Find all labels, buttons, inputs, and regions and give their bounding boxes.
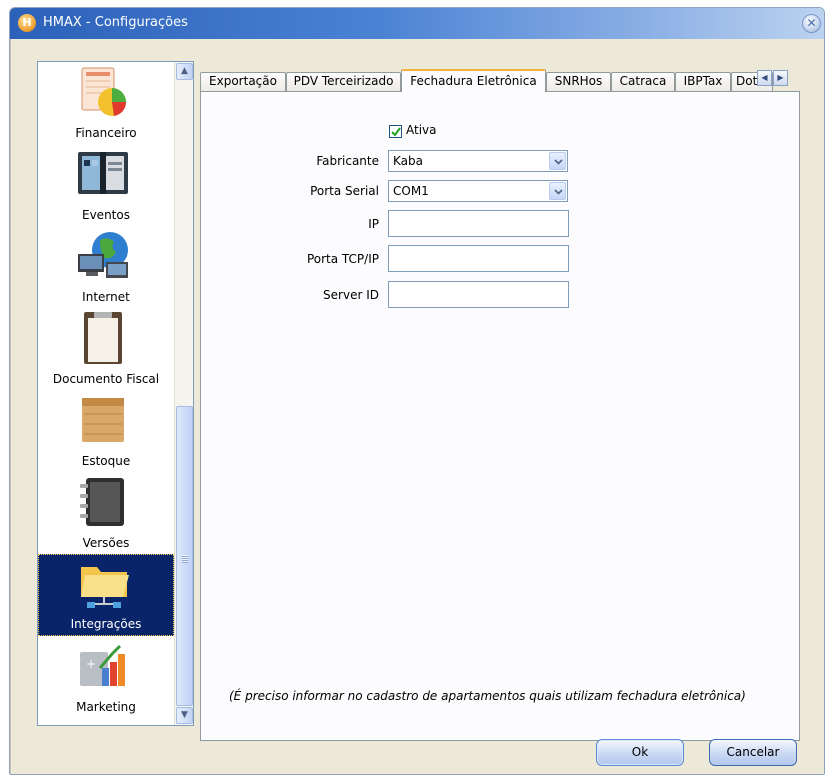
title-bar[interactable]: H HMAX - Configurações ✕ — [10, 8, 824, 39]
porta-serial-value: COM1 — [393, 184, 429, 198]
sidebar-item-label: Estoque — [81, 454, 131, 468]
sidebar-item-label: Marketing — [76, 700, 136, 714]
sidebar-item-integracoes[interactable]: Integrações — [38, 554, 174, 636]
chevron-down-icon — [554, 159, 563, 165]
tab-next-button[interactable]: ▶ — [773, 70, 788, 86]
box-icon — [82, 398, 124, 442]
clipboard-icon — [84, 312, 122, 364]
folder-network-icon — [81, 567, 129, 608]
sidebar-item-estoque[interactable]: Estoque — [38, 390, 174, 472]
fabricante-dropdown-button[interactable] — [549, 152, 566, 170]
tab-exportacao[interactable]: Exportação — [200, 72, 286, 91]
chevron-up-icon: ▲ — [181, 66, 188, 76]
sidebar-item-versoes[interactable]: Versões — [38, 472, 174, 554]
ativa-label: Ativa — [406, 123, 437, 137]
ok-button[interactable]: Ok — [596, 739, 684, 766]
sidebar-item-label: Versões — [82, 536, 130, 550]
sidebar-item-internet[interactable]: Internet — [38, 226, 174, 308]
scroll-down-button[interactable]: ▼ — [176, 707, 193, 724]
app-logo-icon: H — [18, 14, 36, 32]
tab-strip: Exportação PDV Terceirizado Fechadura El… — [200, 69, 792, 92]
sidebar-item-label: Internet — [82, 290, 130, 304]
financial-chart-icon — [81, 67, 127, 116]
server-id-label: Server ID — [323, 288, 379, 302]
cancel-button[interactable]: Cancelar — [709, 739, 797, 766]
dialog-content: Financeiro Eventos Internet Documento Fi… — [10, 39, 824, 774]
window-title: HMAX - Configurações — [43, 15, 188, 30]
porta-serial-select[interactable]: COM1 — [388, 180, 568, 202]
tab-fechadura-eletronica[interactable]: Fechadura Eletrônica — [401, 69, 546, 92]
porta-serial-label: Porta Serial — [310, 184, 379, 198]
fabricante-label: Fabricante — [316, 154, 379, 168]
sidebar-item-documento-fiscal[interactable]: Documento Fiscal — [38, 308, 174, 390]
checkmark-icon — [391, 127, 401, 137]
binder-icon — [80, 478, 124, 526]
chevron-down-icon: ▼ — [181, 710, 188, 720]
sidebar-item-eventos[interactable]: Eventos — [38, 144, 174, 226]
calendar-book-icon — [78, 152, 128, 194]
category-scrollbar[interactable]: ▲ ▼ — [174, 62, 193, 725]
fabricante-select[interactable]: Kaba — [388, 150, 568, 172]
sidebar-item-label: Financeiro — [75, 126, 137, 140]
fabricante-value: Kaba — [393, 154, 423, 168]
globe-computer-icon — [78, 232, 128, 278]
info-note: (É preciso informar no cadastro de apart… — [229, 689, 746, 703]
porta-tcp-label: Porta TCP/IP — [306, 252, 379, 266]
ip-label: IP — [368, 217, 379, 231]
sidebar-item-label: Integrações — [70, 617, 142, 631]
tab-pdv-terceirizado[interactable]: PDV Terceirizado — [286, 72, 401, 91]
ativa-checkbox[interactable] — [389, 125, 402, 138]
chevron-right-icon: ▶ — [777, 73, 784, 82]
chevron-down-icon — [554, 189, 563, 195]
tab-catraca[interactable]: Catraca — [611, 72, 675, 91]
tab-ibptax[interactable]: IBPTax — [675, 72, 731, 91]
category-list: Financeiro Eventos Internet Documento Fi… — [37, 61, 194, 726]
porta-tcp-field[interactable] — [388, 245, 569, 272]
sidebar-item-label: Eventos — [82, 208, 130, 222]
close-icon: ✕ — [806, 16, 817, 30]
sidebar-item-label: Documento Fiscal — [52, 372, 160, 386]
scroll-thumb[interactable] — [176, 406, 193, 706]
svg-text:+: + — [86, 657, 96, 671]
close-button[interactable]: ✕ — [802, 14, 821, 33]
tab-prev-button[interactable]: ◀ — [757, 70, 772, 86]
config-window: H HMAX - Configurações ✕ Financeiro Even… — [9, 7, 825, 775]
porta-serial-dropdown-button[interactable] — [549, 182, 566, 200]
chevron-left-icon: ◀ — [761, 73, 768, 82]
server-id-field[interactable] — [388, 281, 569, 308]
sidebar-item-marketing[interactable]: + Marketing — [38, 636, 174, 718]
ip-field[interactable] — [388, 210, 569, 237]
tab-panel-fechadura: Ativa Fabricante Kaba Porta Serial COM1 … — [200, 91, 800, 741]
tab-snrhos[interactable]: SNRHos — [546, 72, 611, 91]
grip-icon — [182, 555, 188, 563]
scroll-up-button[interactable]: ▲ — [176, 63, 193, 80]
growth-chart-icon: + — [80, 644, 125, 686]
sidebar-item-financeiro[interactable]: Financeiro — [38, 62, 174, 144]
